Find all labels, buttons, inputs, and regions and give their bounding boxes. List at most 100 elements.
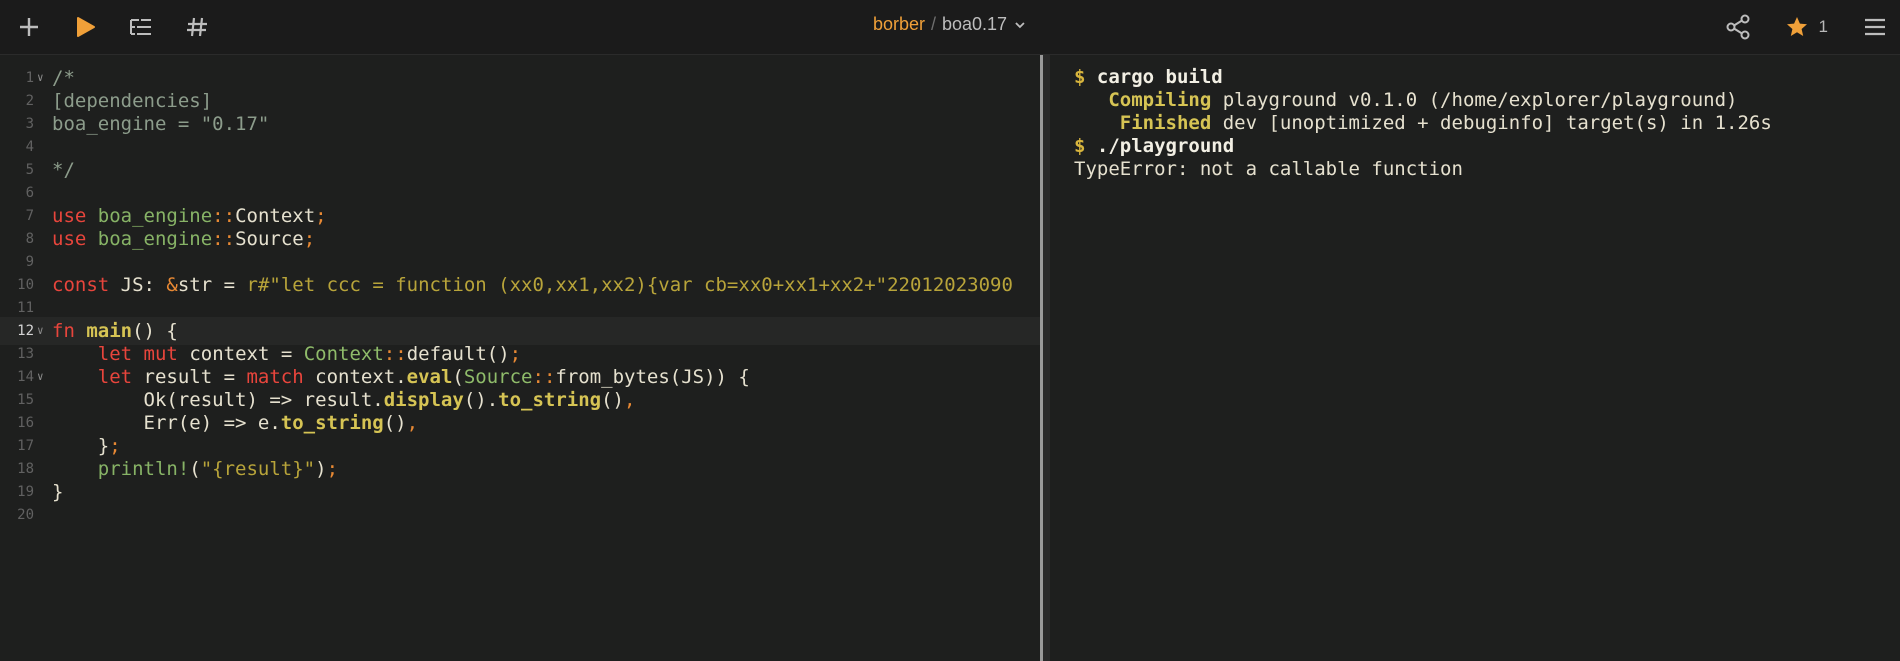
- code-token: eval: [406, 366, 453, 388]
- code-token: ;: [109, 435, 121, 457]
- code-token: &: [166, 274, 178, 296]
- code-token: (): [601, 389, 624, 411]
- code-token: Context: [303, 343, 384, 365]
- star-button[interactable]: 1: [1785, 15, 1828, 39]
- output-text: Compiling: [1074, 89, 1212, 111]
- code-token: boa_engine: [97, 205, 213, 227]
- chevron-down-icon[interactable]: [1013, 18, 1027, 32]
- code-token: ::: [532, 366, 556, 388]
- output-text: playground v0.1.0 (/home/explorer/playgr…: [1211, 89, 1738, 111]
- code-token: ): [315, 458, 327, 480]
- code-token: boa_engine = "0.17": [52, 113, 270, 135]
- output-text: $: [1074, 66, 1097, 88]
- code-token: "{result}": [200, 458, 316, 480]
- code-token: ;: [326, 458, 339, 480]
- code-token: use: [52, 205, 87, 227]
- code-token: Err(e) => e.: [52, 412, 281, 434]
- line-number: 20: [17, 507, 34, 523]
- code-token: use: [52, 228, 87, 250]
- code-token: Source: [235, 228, 304, 250]
- star-icon: [1786, 17, 1807, 36]
- code-token: str =: [177, 274, 247, 296]
- toolbar: borber / boa0.17 1: [0, 0, 1900, 55]
- run-button[interactable]: [68, 10, 102, 44]
- code-token: result =: [132, 366, 247, 388]
- code-editor[interactable]: 1 ∨/* 2 [dependencies] 3 boa_engine = "0.17" 4…: [0, 55, 1040, 661]
- code-token: from_bytes(JS)) {: [555, 366, 750, 388]
- code-token: to_string: [498, 389, 602, 411]
- terminal-output[interactable]: $ cargo build Compiling playground v0.1.…: [1052, 55, 1900, 661]
- hash-button[interactable]: [180, 10, 214, 44]
- code-token: main: [86, 320, 133, 342]
- code-token: display: [383, 389, 464, 411]
- code-token: }: [52, 435, 110, 457]
- hash-icon: [187, 17, 207, 37]
- code-token: (: [189, 458, 201, 480]
- share-icon: [1726, 14, 1750, 40]
- new-file-button[interactable]: [12, 10, 46, 44]
- code-token: () {: [132, 320, 178, 342]
- code-token: to_string: [280, 412, 384, 434]
- share-button[interactable]: [1721, 10, 1755, 44]
- code-token: ().: [463, 389, 499, 411]
- code-token: boa_engine: [97, 228, 213, 250]
- code-token: ;: [509, 343, 522, 365]
- code-token: ::: [212, 205, 236, 227]
- output-text: TypeError: not a callable function: [1074, 158, 1463, 180]
- project-name[interactable]: boa0.17: [942, 14, 1007, 35]
- output-text: $: [1074, 135, 1097, 157]
- play-icon: [77, 17, 95, 37]
- toolbar-right: 1: [1721, 10, 1892, 44]
- breadcrumb-separator: /: [930, 14, 936, 34]
- code-token: ;: [315, 205, 327, 227]
- project-breadcrumb[interactable]: borber / boa0.17: [873, 14, 1027, 35]
- output-text: Finished: [1074, 112, 1212, 134]
- plus-icon: [20, 18, 38, 36]
- code-token: (: [452, 366, 464, 388]
- code-token: mut: [143, 343, 178, 365]
- code-line[interactable]: 20: [0, 501, 1040, 529]
- code-token: default(): [406, 343, 510, 365]
- code-token: let: [97, 343, 133, 365]
- pane-splitter[interactable]: [1040, 55, 1050, 661]
- code-token: */: [52, 159, 75, 181]
- code-token: fn: [52, 320, 75, 342]
- code-token: const: [52, 274, 110, 296]
- output-text: cargo build: [1096, 66, 1223, 88]
- code-token: /*: [52, 67, 75, 89]
- output-text: ./playground: [1096, 135, 1235, 157]
- code-token: ,: [406, 412, 419, 434]
- code-token: println!: [97, 458, 190, 480]
- code-token: ,: [623, 389, 636, 411]
- outline-button[interactable]: [124, 10, 158, 44]
- code-token: r#"let ccc = function (xx0,xx1,xx2){var …: [246, 274, 1013, 296]
- code-token: (): [383, 412, 407, 434]
- code-token: Context: [235, 205, 316, 227]
- code-token: let: [97, 366, 133, 388]
- code-token: context =: [177, 343, 304, 365]
- code-token: context.: [303, 366, 407, 388]
- code-token: }: [52, 481, 64, 503]
- star-count: 1: [1818, 17, 1828, 36]
- output-text: dev [unoptimized + debuginfo] target(s) …: [1211, 112, 1772, 134]
- output-line: TypeError: not a callable function: [1074, 155, 1463, 183]
- code-token: [dependencies]: [52, 90, 213, 112]
- toolbar-left: [0, 10, 214, 44]
- code-token: ::: [383, 343, 407, 365]
- owner-name[interactable]: borber: [873, 14, 925, 35]
- code-token: JS:: [109, 274, 167, 296]
- code-token: ::: [212, 228, 236, 250]
- code-token: Source: [463, 366, 533, 388]
- menu-button[interactable]: [1858, 10, 1892, 44]
- menu-icon: [1865, 18, 1885, 36]
- outline-icon: [130, 19, 151, 35]
- code-token: ;: [303, 228, 316, 250]
- code-token: match: [246, 366, 304, 388]
